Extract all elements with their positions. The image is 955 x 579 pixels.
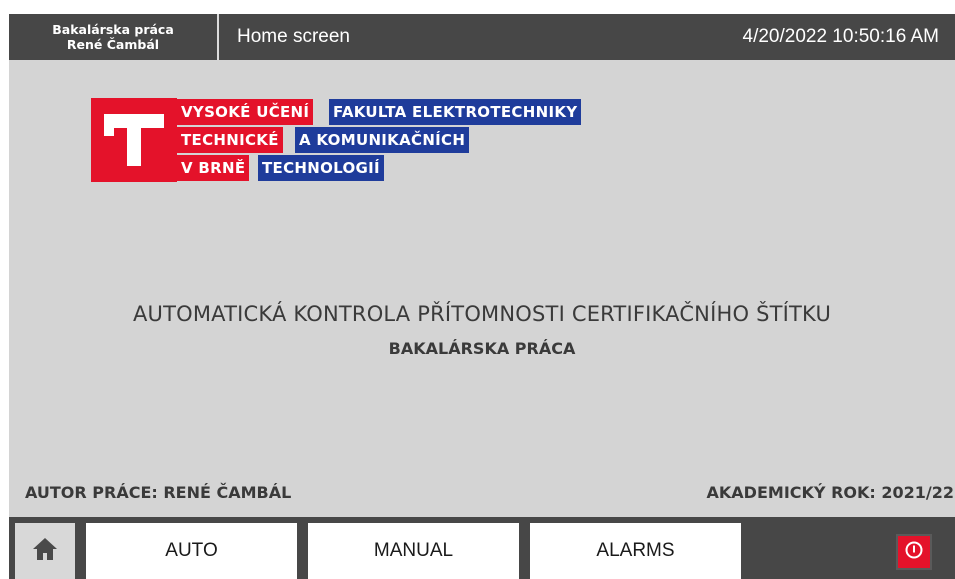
alarms-button[interactable]: ALARMS xyxy=(530,523,741,579)
power-icon xyxy=(904,540,924,564)
datetime-display: 4/20/2022 10:50:16 AM xyxy=(742,26,940,47)
logo-row3-right: TECHNOLOGIÍ xyxy=(258,155,384,181)
project-info: Bakalárska práca René Čambál xyxy=(9,14,219,60)
thesis-title: AUTOMATICKÁ KONTROLA PŘÍTOMNOSTI CERTIFI… xyxy=(132,302,832,326)
logo-t-mark xyxy=(91,98,177,182)
academic-year-label: AKADEMICKÝ ROK: 2021/22 xyxy=(706,483,954,502)
project-author: René Čambál xyxy=(66,37,160,52)
university-logo: VYSOKÉ UČENÍ FAKULTA ELEKTROTECHNIKY TEC… xyxy=(91,98,611,182)
auto-button[interactable]: AUTO xyxy=(86,523,297,579)
home-icon xyxy=(32,537,58,565)
logo-row1-left: VYSOKÉ UČENÍ xyxy=(177,99,314,125)
hmi-screen: Bakalárska práca René Čambál Home screen… xyxy=(9,14,955,579)
manual-button[interactable]: MANUAL xyxy=(308,523,519,579)
logo-row2-right: A KOMUNIKAČNÍCH xyxy=(295,127,470,153)
author-label: AUTOR PRÁCE: RENÉ ČAMBÁL xyxy=(25,483,292,502)
project-title: Bakalárska práca xyxy=(52,22,174,37)
logo-row3-left: V BRNĚ xyxy=(177,155,250,181)
header-bar: Bakalárska práca René Čambál Home screen… xyxy=(9,14,955,60)
footer-bar: AUTO MANUAL ALARMS xyxy=(9,517,955,579)
home-button[interactable] xyxy=(15,523,75,579)
power-button[interactable] xyxy=(896,534,932,570)
screen-name: Home screen xyxy=(237,26,350,47)
logo-row2-left: TECHNICKÉ xyxy=(177,127,283,153)
thesis-subtitle: BAKALÁRSKA PRÁCA xyxy=(388,339,576,358)
logo-row1-right: FAKULTA ELEKTROTECHNIKY xyxy=(329,99,582,125)
